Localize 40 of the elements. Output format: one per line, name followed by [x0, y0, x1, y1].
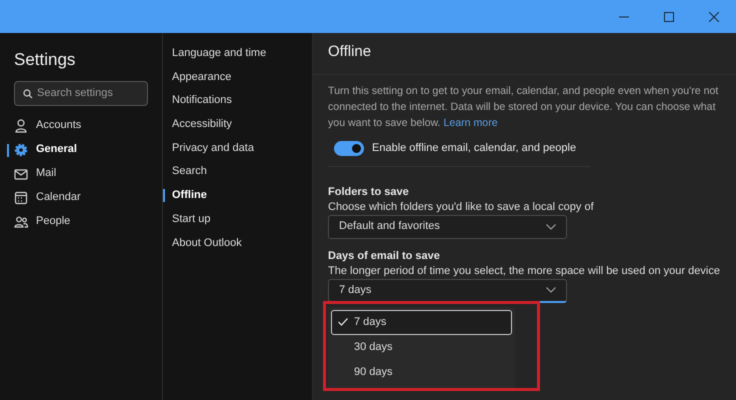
gear-icon [14, 142, 28, 156]
learn-more-link[interactable]: Learn more [443, 117, 498, 129]
subnav-item[interactable]: Search [163, 161, 312, 186]
subnav-item[interactable]: Accessibility [163, 114, 312, 138]
checkmark-icon [338, 318, 348, 326]
dropdown[interactable]: 7 days [328, 278, 567, 302]
chevron-down-icon [546, 224, 556, 230]
subnav-item[interactable]: Offline [163, 185, 312, 209]
description-text: Turn this setting on to get to your email, calendar, and people even when you're not connected to the internet. Data will be stored on your device. You can choose what you want to save below. Learn more [328, 84, 720, 131]
sidebar-item[interactable]: People [7, 210, 148, 234]
subnav-item[interactable]: Privacy and data [163, 138, 312, 162]
section-heading: Folders to save [328, 184, 410, 200]
chevron-down-icon [546, 287, 556, 293]
subnav-item[interactable]: About Outlook [163, 232, 312, 256]
toggle-label: Enable offline email, calendar, and people [372, 141, 576, 156]
people-icon [14, 214, 28, 228]
sidebar-item[interactable]: Calendar [7, 186, 148, 210]
sidebar-item[interactable]: Mail [7, 162, 148, 186]
subnav-item[interactable]: Notifications [163, 90, 312, 114]
section-hint: The longer period of time you select, the more space will be used on your device [328, 264, 721, 278]
calendar-icon [14, 190, 28, 204]
dropdown-option[interactable]: 30 days [331, 334, 512, 360]
subnav-item[interactable]: Appearance [163, 66, 312, 90]
toggle-switch[interactable] [334, 140, 364, 156]
sidebar-item[interactable]: General [7, 138, 148, 162]
subnav-item[interactable]: Language and time [163, 43, 312, 67]
mail-icon [14, 166, 28, 180]
settings-title: Settings [14, 49, 76, 71]
dropdown[interactable]: Default and favorites [328, 214, 567, 238]
section-heading: Days of email to save [328, 248, 441, 264]
sidebar-item[interactable]: Accounts [7, 114, 148, 138]
section-hint: Choose which folders you'd like to save a local copy of [328, 200, 595, 214]
search-field[interactable]: Search settings [14, 80, 148, 106]
person-icon [14, 118, 28, 132]
dropdown-option[interactable]: 90 days [331, 360, 512, 384]
maximize-icon [664, 12, 674, 22]
page-title: Offline [313, 33, 736, 75]
dropdown-option[interactable]: 7 days [331, 310, 512, 334]
subnav-item[interactable]: Start up [163, 208, 312, 232]
close-icon [708, 12, 718, 22]
